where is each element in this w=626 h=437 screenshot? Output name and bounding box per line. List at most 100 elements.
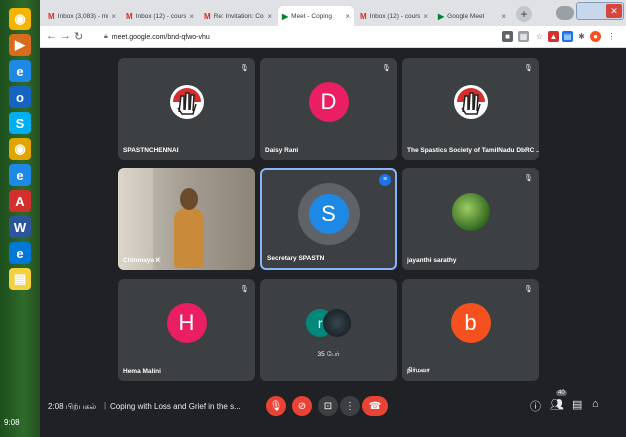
tab-favicon-icon: M [360,11,367,21]
meet-controls-bar: 2:08 பிற்பகல் | Coping with Loss and Gri… [40,388,626,437]
profile-photo [451,193,490,231]
tab-favicon-icon: M [204,11,211,21]
participant-tile[interactable]: SPASTNCHENNAI 🎙︎ [118,58,255,160]
divider: | [104,401,107,410]
participant-name: Daisy Rani [265,147,299,154]
speaking-indicator-icon: ≡ [379,174,391,186]
participant-name: SPASTNCHENNAI [123,147,179,154]
reload-icon[interactable]: ↻ [74,30,83,43]
profile-avatar[interactable]: ● [590,31,601,42]
chrome-window: MInbox (3,083) - mms×MInbox (12) - cours… [40,0,626,437]
close-tab-icon[interactable]: × [111,12,116,21]
activities-icon[interactable]: ⌂ [592,398,599,410]
browser-tab[interactable]: MInbox (12) - coursera× [356,6,432,26]
back-icon[interactable]: ← [46,30,57,42]
chat-icon[interactable]: ▤ [572,398,582,411]
participant-tile[interactable]: S Secretary SPASTN ≡ [260,168,397,270]
lock-icon: 🔒︎ [104,33,108,40]
camera-icon[interactable]: ■ [502,31,513,42]
browser-tab[interactable]: ▶ Meet - Coping × [278,6,354,26]
tab-title: Meet - Coping [291,12,332,20]
mic-muted-icon: 🎙︎ [524,65,533,72]
avatar: H [166,303,207,343]
participant-name: The Spastics Society of TamilNadu DbRC .… [407,147,539,154]
internet-explorer-icon[interactable]: e [9,164,31,186]
browser-toolbar: ← → ↻ 🔒︎ meet.google.com/bnd-qfwo-vhu ■ … [40,26,626,48]
people-icon[interactable]: 👥︎ [550,398,564,411]
profile-photo [322,309,351,337]
reading-list-icon[interactable]: ▦ [518,31,529,42]
mic-muted-icon: 🎙︎ [524,286,533,293]
browser-tab[interactable]: MRe: Invitation: Coping× [200,6,276,26]
tab-title: Google Meet [447,12,485,20]
close-window-button[interactable]: ✕ [606,4,622,18]
participant-tile[interactable]: jayanthi sarathy 🎙︎ [402,168,539,270]
present-button[interactable]: ⊡ [318,396,338,416]
browser-tab[interactable]: ▶ Google Meet × [434,6,510,26]
tab-favicon-icon: ▶ [438,11,445,21]
close-tab-icon[interactable]: × [189,12,194,21]
person-head [180,188,198,210]
edge-icon[interactable]: e [9,242,31,264]
browser-tab[interactable]: MInbox (12) - coursera× [122,6,198,26]
tab-favicon-icon: ▶ [282,11,289,21]
mic-muted-icon: 🎙︎ [524,175,533,182]
window-controls: ✕ [576,2,624,20]
camera-off-button[interactable]: ⊘ [292,396,312,416]
chrome-icon[interactable]: ◉ [9,138,31,160]
close-tab-icon[interactable]: × [501,12,506,21]
media-player-icon[interactable]: ▶ [9,34,31,56]
participant-tile[interactable]: b நிர்மலா 🎙︎ [402,279,539,381]
avatar: b [450,303,491,343]
extension-icon[interactable]: ▤ [562,31,573,42]
star-icon[interactable]: ☆ [534,31,545,42]
tab-favicon-icon: M [48,11,55,21]
mic-muted-icon: 🎙︎ [382,65,391,72]
participant-tile[interactable]: r 35 பேர் [260,279,397,381]
tab-favicon-icon: M [126,11,133,21]
participant-name: jayanthi sarathy [407,257,457,264]
more-options-button[interactable]: ⋮ [340,396,360,416]
tab-strip: MInbox (3,083) - mms×MInbox (12) - cours… [40,0,626,26]
person-figure [174,208,204,268]
windows-taskbar: ◉ ▶ e o S ◉ e A We ▤ 9:08 [0,0,40,437]
skype-icon[interactable]: S [9,112,31,134]
browser-tab[interactable]: MInbox (3,083) - mms× [44,6,120,26]
avatar: D [308,82,349,122]
avatar: S [308,194,349,234]
meeting-title: Coping with Loss and Grief in the s... [110,402,241,411]
address-bar[interactable]: 🔒︎ meet.google.com/bnd-qfwo-vhu [104,29,484,45]
spastn-logo-icon [453,85,488,119]
meet-grid: SPASTNCHENNAI 🎙︎ D Daisy Rani 🎙︎ The Spastics… [40,48,626,388]
info-icon[interactable]: ⓘ [530,398,541,414]
mic-muted-icon: 🎙︎ [240,286,249,293]
tab-title: Inbox (12) - coursera [369,12,421,20]
tab-title: Inbox (12) - coursera [135,12,187,20]
participant-name: Hema Malini [123,368,161,375]
new-tab-button[interactable]: + [516,6,532,22]
word-icon[interactable]: W [9,216,31,238]
acrobat-icon[interactable]: A [9,190,31,212]
extensions-puzzle-icon[interactable]: ✱ [576,31,587,42]
participant-tile[interactable]: D Daisy Rani 🎙︎ [260,58,397,160]
taskbar-clock[interactable]: 9:08 [4,418,20,427]
sticky-notes-icon[interactable]: ▤ [9,268,31,290]
mic-off-button[interactable]: 🎙︎ [266,396,286,416]
outlook-icon[interactable]: o [9,86,31,108]
close-tab-icon[interactable]: × [345,12,350,21]
menu-icon[interactable]: ⋮ [606,31,617,42]
participant-tile[interactable]: H Hema Malini 🎙︎ [118,279,255,381]
internet-explorer-icon[interactable]: e [9,60,31,82]
participant-tile[interactable]: Chinmaya K [118,168,255,270]
forward-icon[interactable]: → [60,30,71,42]
close-tab-icon[interactable]: × [423,12,428,21]
extension-icon[interactable]: ▲ [548,31,559,42]
profile-chip[interactable] [556,6,574,20]
participant-name: Secretary SPASTN [267,255,325,262]
close-tab-icon[interactable]: × [267,12,272,21]
url-text: meet.google.com/bnd-qfwo-vhu [111,33,210,41]
chrome-icon[interactable]: ◉ [9,8,31,30]
leave-call-button[interactable]: ☎ [362,396,388,416]
participant-tile[interactable]: The Spastics Society of TamilNadu DbRC .… [402,58,539,160]
participant-video [118,168,255,270]
